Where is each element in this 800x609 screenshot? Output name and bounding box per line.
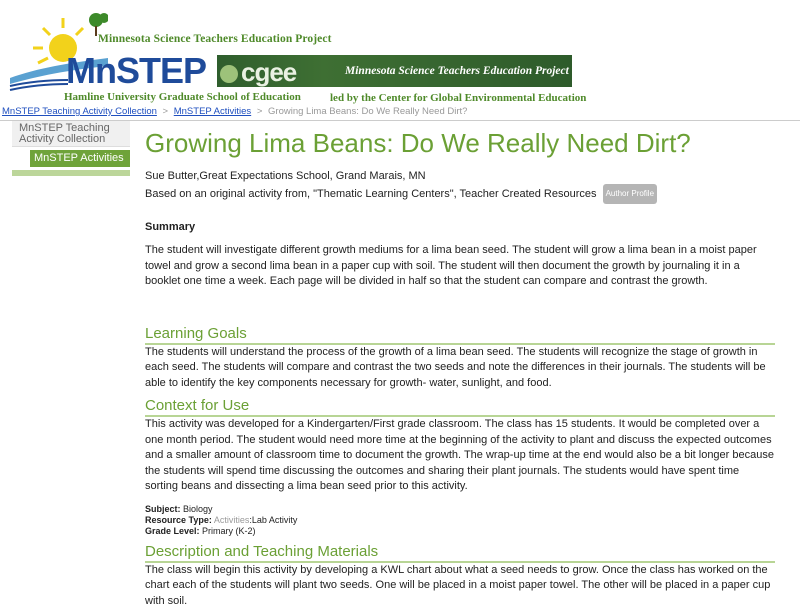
globe-icon xyxy=(220,65,238,83)
description-text: The class will begin this activity by de… xyxy=(145,563,775,609)
activity-metadata: Subject: Biology Resource Type: Activiti… xyxy=(145,504,775,537)
author-line: Sue Butter,Great Expectations School, Gr… xyxy=(145,168,775,204)
subject-link[interactable]: Biology xyxy=(183,504,213,514)
sidebar: MnSTEP Teaching Activity Collection MnST… xyxy=(12,121,130,176)
mnstep-logo[interactable]: MnSTEP xyxy=(66,50,206,92)
subject-row: Subject: Biology xyxy=(145,504,775,515)
context-heading: Context for Use xyxy=(145,397,775,417)
breadcrumb-current: Growing Lima Beans: Do We Really Need Di… xyxy=(268,106,467,117)
resource-prefix-link[interactable]: Activities xyxy=(214,515,250,525)
summary-heading: Summary xyxy=(145,221,775,233)
breadcrumb-separator: > xyxy=(257,106,263,117)
grade-level-link[interactable]: Primary (K-2) xyxy=(202,526,256,536)
source-line: Based on an original activity from, "The… xyxy=(145,184,775,204)
page-title: Growing Lima Beans: Do We Really Need Di… xyxy=(145,128,775,158)
summary-text: The student will investigate different g… xyxy=(145,243,775,290)
breadcrumb-collection-link[interactable]: MnSTEP Teaching Activity Collection xyxy=(2,106,157,117)
cgee-logo[interactable]: cgee xyxy=(220,57,340,85)
author-name: Sue Butter,Great Expectations School, Gr… xyxy=(145,168,775,184)
resource-type-row: Resource Type: Activities:Lab Activity xyxy=(145,515,775,526)
sidebar-item-activities[interactable]: MnSTEP Activities xyxy=(30,150,130,167)
context-text: This activity was developed for a Kinder… xyxy=(145,417,775,495)
site-header: Minnesota Science Teachers Education Pro… xyxy=(0,0,800,106)
hamline-tagline: Hamline University Graduate School of Ed… xyxy=(64,91,301,103)
learning-goals-text: The students will understand the process… xyxy=(145,345,775,392)
sidebar-collection-link[interactable]: MnSTEP Teaching Activity Collection xyxy=(12,121,130,147)
cgee-led-by: led by the Center for Global Environment… xyxy=(330,92,586,104)
breadcrumb-separator: > xyxy=(163,106,169,117)
learning-goals-heading: Learning Goals xyxy=(145,325,775,345)
sidebar-underline xyxy=(12,170,130,176)
author-profile-button[interactable]: Author Profile xyxy=(603,184,657,204)
grade-level-row: Grade Level: Primary (K-2) xyxy=(145,526,775,537)
breadcrumb: MnSTEP Teaching Activity Collection > Mn… xyxy=(2,106,800,120)
main-content: Growing Lima Beans: Do We Really Need Di… xyxy=(145,128,775,609)
project-tagline: Minnesota Science Teachers Education Pro… xyxy=(98,33,332,45)
description-heading: Description and Teaching Materials xyxy=(145,543,775,563)
cgee-project-text: Minnesota Science Teachers Education Pro… xyxy=(345,65,569,77)
resource-value-link[interactable]: Lab Activity xyxy=(252,515,298,525)
breadcrumb-activities-link[interactable]: MnSTEP Activities xyxy=(174,106,251,117)
